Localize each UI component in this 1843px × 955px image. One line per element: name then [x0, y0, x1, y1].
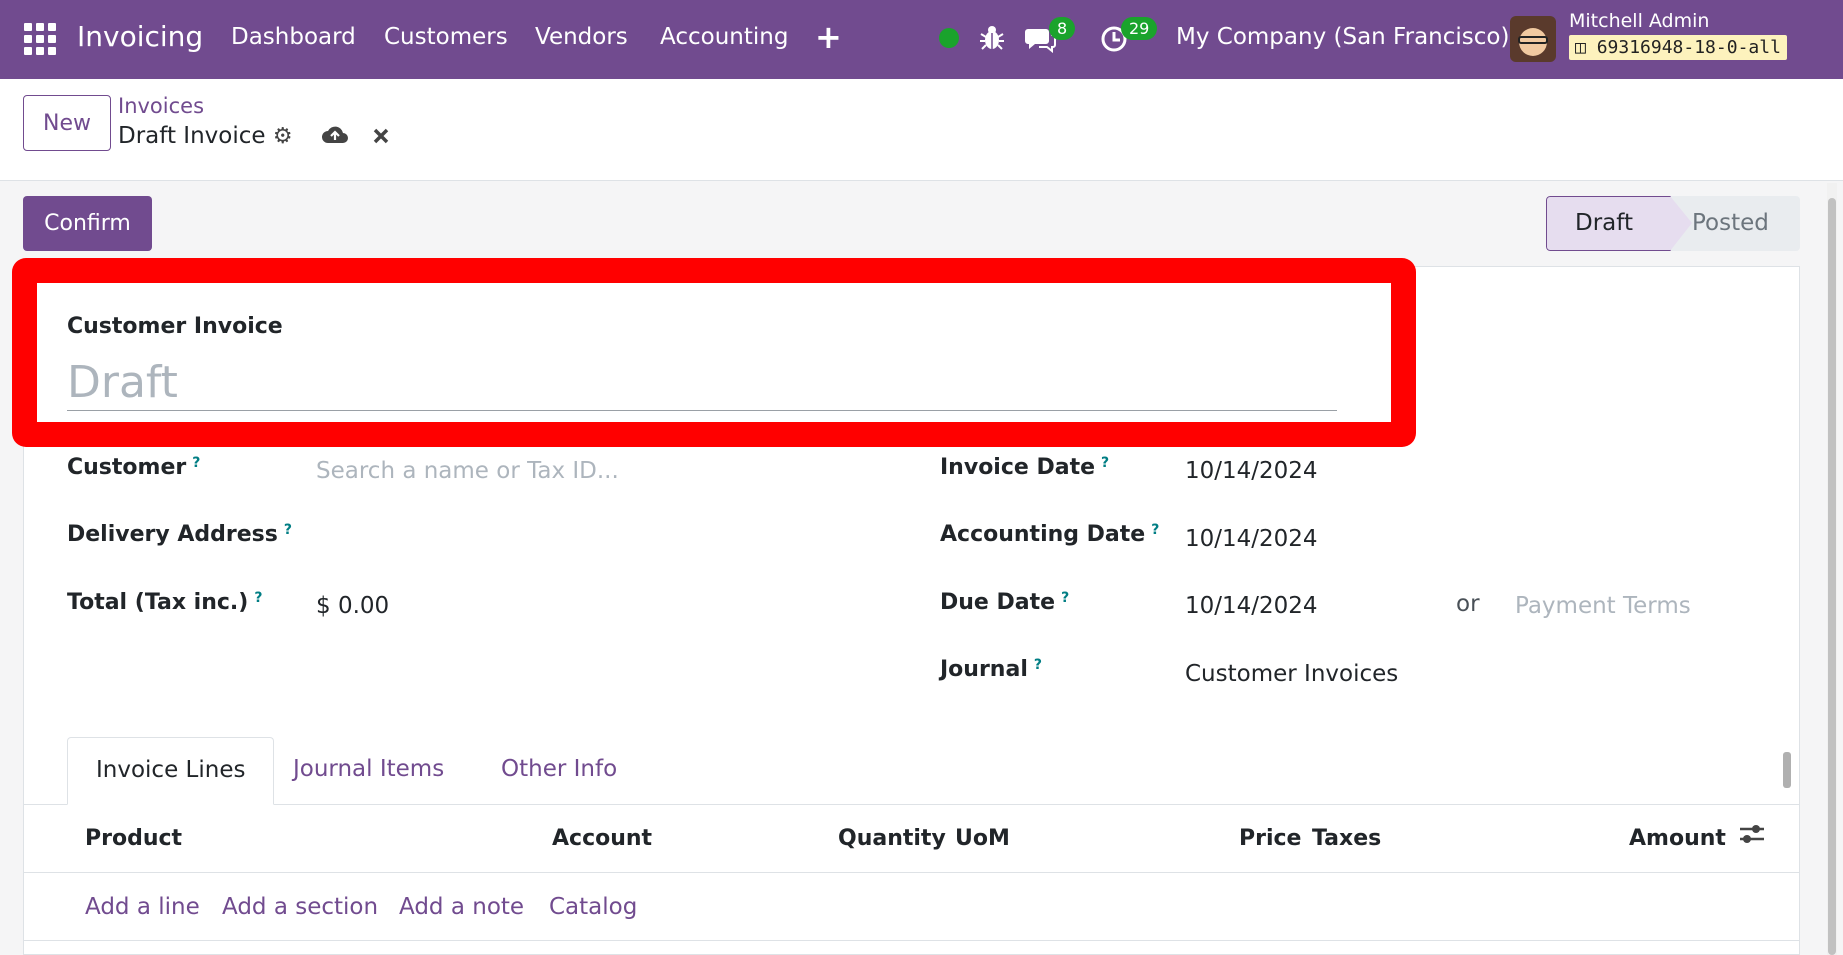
- company-switcher[interactable]: My Company (San Francisco): [1176, 24, 1509, 50]
- due-date-label: Due Date?: [940, 590, 1070, 615]
- gear-icon[interactable]: ⚙: [273, 124, 293, 149]
- add-note-link[interactable]: Add a note: [399, 894, 524, 920]
- add-section-link[interactable]: Add a section: [222, 894, 378, 920]
- header-divider: [24, 872, 1799, 873]
- close-icon[interactable]: [372, 127, 390, 145]
- user-name[interactable]: Mitchell Admin: [1569, 10, 1709, 32]
- column-settings-icon[interactable]: [1738, 822, 1766, 846]
- or-label: or: [1456, 591, 1480, 617]
- page-scrollbar[interactable]: [1827, 183, 1837, 955]
- menu-dashboard[interactable]: Dashboard: [231, 24, 356, 50]
- plus-icon[interactable]: +: [815, 18, 842, 56]
- menu-accounting[interactable]: Accounting: [660, 24, 788, 50]
- customer-input[interactable]: Search a name or Tax ID...: [316, 458, 619, 484]
- invoice-title-input[interactable]: [67, 355, 1337, 411]
- control-panel: New Invoices Draft Invoice ⚙: [0, 79, 1843, 181]
- database-badge: ◫ 69316948-18-0-all: [1569, 35, 1787, 60]
- database-icon: ◫: [1575, 37, 1586, 58]
- payment-terms-input[interactable]: Payment Terms: [1515, 593, 1691, 619]
- journal-label: Journal?: [940, 657, 1042, 682]
- database-name: 69316948-18-0-all: [1596, 37, 1781, 58]
- breadcrumb-invoices[interactable]: Invoices: [118, 94, 204, 118]
- journal-value[interactable]: Customer Invoices: [1185, 661, 1398, 687]
- col-taxes[interactable]: Taxes: [1312, 826, 1381, 851]
- menu-customers[interactable]: Customers: [384, 24, 508, 50]
- total-value: $ 0.00: [316, 593, 390, 619]
- status-arrow: [1670, 196, 1692, 251]
- status-online-icon: [939, 28, 959, 48]
- status-draft[interactable]: Draft: [1546, 196, 1671, 251]
- top-navbar: Invoicing Dashboard Customers Vendors Ac…: [0, 0, 1843, 79]
- user-avatar[interactable]: [1510, 16, 1556, 62]
- bug-icon[interactable]: [979, 24, 1005, 52]
- app-name[interactable]: Invoicing: [77, 20, 203, 53]
- page-scrollbar-thumb[interactable]: [1828, 198, 1836, 955]
- breadcrumb-current: Draft Invoice ⚙: [118, 123, 293, 149]
- col-price[interactable]: Price: [1239, 826, 1301, 851]
- activity-count-badge: 29: [1121, 17, 1158, 40]
- cloud-upload-icon[interactable]: [320, 123, 350, 147]
- catalog-link[interactable]: Catalog: [549, 894, 637, 920]
- total-label: Total (Tax inc.)?: [67, 590, 263, 615]
- delivery-address-label: Delivery Address?: [67, 522, 292, 547]
- accounting-date-label: Accounting Date?: [940, 522, 1160, 547]
- customer-label: Customer?: [67, 455, 201, 480]
- tab-invoice-lines[interactable]: Invoice Lines: [67, 737, 275, 805]
- footer-divider: [24, 940, 1799, 941]
- notebook-tabs: Invoice Lines Journal Items Other Info: [24, 737, 1799, 805]
- inner-scrollbar[interactable]: [1781, 740, 1793, 802]
- invoice-date-input[interactable]: 10/14/2024: [1185, 458, 1318, 484]
- chat-count-badge: 8: [1049, 17, 1076, 40]
- breadcrumb-current-label: Draft Invoice: [118, 123, 266, 149]
- apps-grid-icon[interactable]: [24, 23, 56, 55]
- inner-scrollbar-thumb[interactable]: [1783, 752, 1791, 788]
- status-bar: Draft Posted: [1546, 196, 1800, 251]
- confirm-button[interactable]: Confirm: [23, 196, 152, 251]
- tab-journal-items[interactable]: Journal Items: [293, 737, 444, 805]
- invoice-type-label: Customer Invoice: [67, 314, 283, 339]
- col-amount[interactable]: Amount: [1629, 826, 1726, 851]
- col-quantity[interactable]: Quantity: [838, 826, 946, 851]
- accounting-date-input[interactable]: 10/14/2024: [1185, 526, 1318, 552]
- status-posted[interactable]: Posted: [1692, 196, 1769, 251]
- menu-vendors[interactable]: Vendors: [535, 24, 628, 50]
- col-uom[interactable]: UoM: [955, 826, 1010, 851]
- add-line-link[interactable]: Add a line: [85, 894, 200, 920]
- tab-other-info[interactable]: Other Info: [501, 737, 617, 805]
- due-date-input[interactable]: 10/14/2024: [1185, 593, 1318, 619]
- col-account[interactable]: Account: [552, 826, 652, 851]
- new-button[interactable]: New: [23, 95, 111, 151]
- highlight-box: [12, 258, 1416, 447]
- col-product[interactable]: Product: [85, 826, 182, 851]
- invoice-form-sheet: Customer Invoice Customer? Search a name…: [12, 258, 1800, 955]
- invoice-date-label: Invoice Date?: [940, 455, 1110, 480]
